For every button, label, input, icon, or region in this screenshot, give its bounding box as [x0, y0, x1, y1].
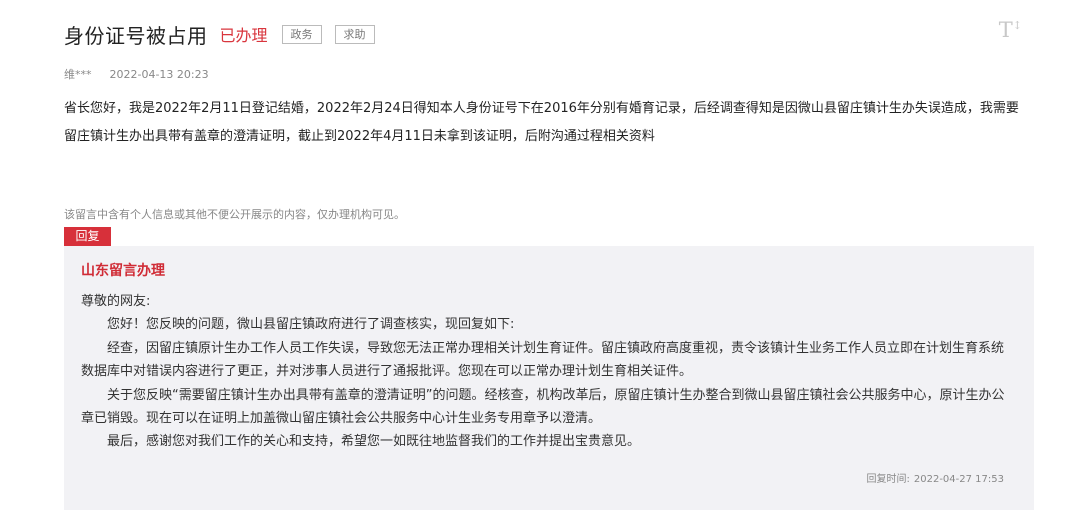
reply-time: 回复时间: 2022-04-27 17:53 [867, 470, 1005, 485]
font-toggle-letter: T [998, 18, 1013, 42]
font-toggle-mark: ↕ [1012, 19, 1022, 32]
reply-greeting: 尊敬的网友: [81, 294, 151, 309]
reply-panel: 山东留言办理 尊敬的网友: 您好！您反映的问题，微山县留庄镇政府进行了调查核实，… [64, 246, 1034, 510]
post-date: 2022-04-13 20:23 [109, 68, 209, 81]
message-body: 省长您好，我是2022年2月11日登记结婚，2022年2月24日得知本人身份证号… [64, 101, 1019, 144]
message-meta: 维*** 2022-04-13 20:23 [64, 66, 209, 82]
reply-body: 尊敬的网友: 您好！您反映的问题，微山县留庄镇政府进行了调查核实，现回复如下: … [81, 290, 1011, 454]
reply-org-name: 山东留言办理 [81, 263, 165, 279]
page-header: 身份证号被占用 已办理 政务 求助 [64, 20, 1024, 48]
page-title: 身份证号被占用 [64, 23, 208, 48]
reply-paragraph: 经查，因留庄镇原计生办工作人员工作失误，导致您无法正常办理相关计划生育证件。留庄… [81, 340, 1005, 380]
font-size-toggle-icon[interactable]: T↕ [999, 18, 1022, 42]
reply-time-value: 2022-04-27 17:53 [913, 474, 1004, 485]
tag-government-button[interactable]: 政务 [281, 24, 322, 44]
reply-paragraph: 关于您反映“需要留庄镇计生办出具带有盖章的澄清证明”的问题。经核查，机构改革后，… [81, 387, 1005, 427]
reply-badge: 回复 [64, 227, 111, 246]
status-badge: 已办理 [219, 26, 268, 45]
tag-help-button[interactable]: 求助 [334, 24, 375, 44]
privacy-note: 该留言中含有个人信息或其他不便公开展示的内容，仅办理机构可见。 [64, 208, 405, 221]
reply-paragraph: 最后，感谢您对我们工作的关心和支持，希望您一如既往地监督我们的工作并提出宝贵意见… [107, 434, 641, 450]
author-name: 维*** [64, 68, 92, 81]
reply-paragraph: 您好！您反映的问题，微山县留庄镇政府进行了调查核实，现回复如下: [107, 317, 515, 333]
reply-time-label: 回复时间: [866, 474, 910, 485]
